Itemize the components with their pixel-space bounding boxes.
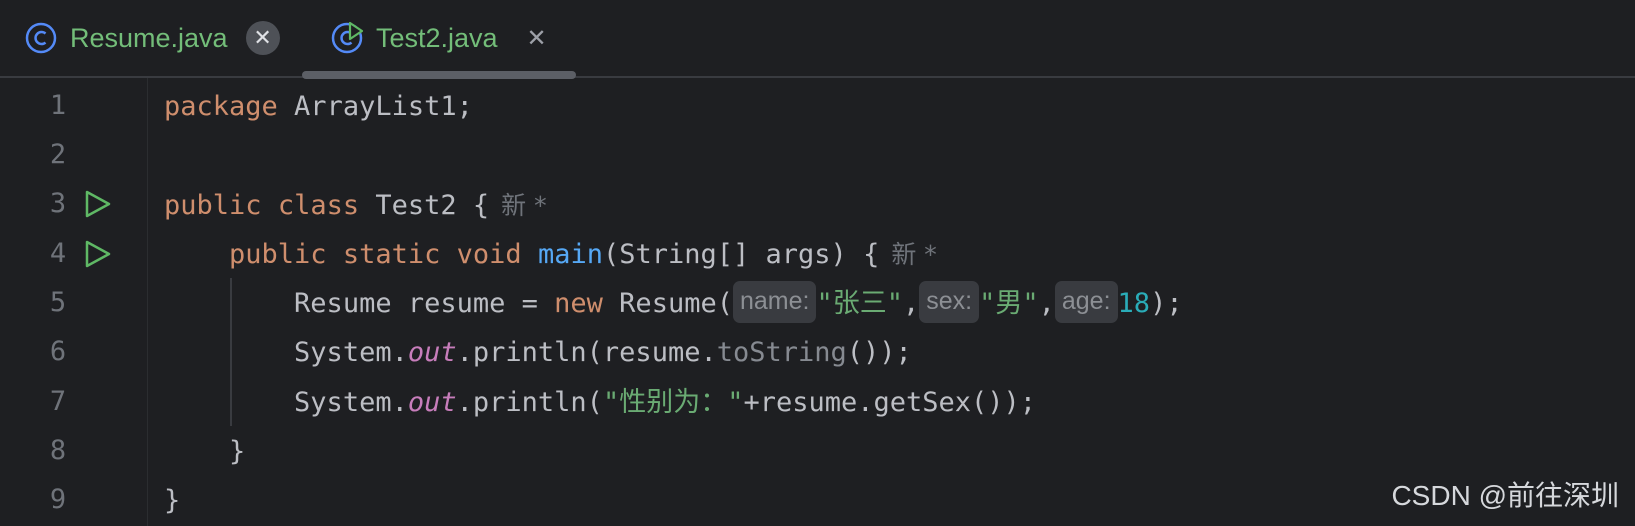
code-text: System. bbox=[294, 386, 408, 418]
keyword: new bbox=[554, 288, 603, 320]
line-number: 2 bbox=[49, 139, 67, 170]
code-text: ()); bbox=[846, 337, 912, 369]
code-line-1: package ArrayList1; bbox=[164, 82, 1183, 131]
static-field: out bbox=[407, 386, 457, 418]
code-text: Test2 { bbox=[359, 189, 490, 221]
runnable-class-icon bbox=[331, 21, 364, 54]
static-field: out bbox=[407, 337, 457, 369]
code-line-7: System.out.println("性别为："+resume.getSex(… bbox=[164, 378, 1183, 427]
gutter-divider bbox=[147, 78, 148, 526]
code-text: System. bbox=[294, 337, 408, 369]
code-text: .println(resume. bbox=[456, 337, 717, 369]
code-text: ArrayList1; bbox=[277, 91, 473, 122]
code-text: , bbox=[1038, 288, 1055, 320]
line-number: 7 bbox=[49, 386, 67, 417]
keyword: public bbox=[164, 189, 262, 221]
code-text: , bbox=[902, 288, 920, 320]
code-text: Resume resume = bbox=[294, 288, 555, 320]
keyword: package bbox=[164, 91, 278, 122]
close-icon[interactable]: ✕ bbox=[522, 23, 552, 53]
code-text: ); bbox=[1150, 288, 1183, 320]
parameter-hint-name: name: bbox=[732, 281, 817, 324]
number-literal: 18 bbox=[1117, 288, 1151, 320]
line-number: 8 bbox=[49, 435, 67, 466]
closing-brace: } bbox=[229, 436, 246, 468]
new-author-badge[interactable]: 新 * bbox=[501, 191, 546, 220]
line-number: 6 bbox=[49, 336, 67, 367]
run-class-icon[interactable] bbox=[82, 189, 112, 219]
editor-gutter: 1 2 3 4 5 6 7 8 9 bbox=[0, 78, 148, 526]
editor-tab-bar: Resume.java ✕ Test2.java ✕ bbox=[0, 0, 1635, 79]
parameter-hint-sex: sex: bbox=[919, 281, 980, 324]
editor-window: Resume.java ✕ Test2.java ✕ 1 2 3 4 5 6 7… bbox=[0, 0, 1635, 526]
code-line-8: } bbox=[164, 427, 1183, 476]
string-literal: "张三" bbox=[816, 288, 903, 320]
code-text: Resume( bbox=[602, 288, 733, 320]
tab-test2-java[interactable]: Test2.java ✕ bbox=[330, 0, 552, 76]
line-number: 3 bbox=[49, 188, 67, 219]
run-main-icon[interactable] bbox=[82, 239, 112, 269]
line-number: 1 bbox=[49, 90, 67, 121]
keyword: class bbox=[277, 189, 360, 221]
code-area[interactable]: package ArrayList1; public class Test2 {… bbox=[164, 82, 1183, 526]
close-icon[interactable]: ✕ bbox=[245, 21, 280, 55]
method-name: main bbox=[537, 238, 603, 270]
new-author-badge[interactable]: 新 * bbox=[891, 240, 936, 269]
string-literal: "性别为：" bbox=[602, 386, 744, 418]
code-line-5: Resume resume = new Resume(name: "张三", sex… bbox=[164, 279, 1183, 328]
redundant-call: toString bbox=[716, 337, 847, 369]
code-line-6: System.out.println(resume.toString()); bbox=[164, 328, 1183, 377]
tab-label: Resume.java bbox=[70, 22, 228, 53]
line-number: 4 bbox=[49, 238, 67, 269]
line-number: 9 bbox=[49, 484, 67, 515]
parameter-hint-age: age: bbox=[1054, 281, 1118, 324]
keyword: public bbox=[229, 238, 327, 270]
code-line-3: public class Test2 { 新 * bbox=[164, 181, 1183, 230]
tab-resume-java[interactable]: Resume.java ✕ bbox=[24, 0, 280, 76]
tab-label: Test2.java bbox=[376, 22, 498, 53]
code-text: +resume.getSex()); bbox=[743, 386, 1037, 418]
closing-brace: } bbox=[164, 485, 181, 517]
code-line-4: public static void main(String[] args) {… bbox=[164, 230, 1183, 279]
string-literal: "男" bbox=[979, 288, 1039, 320]
code-text: .println( bbox=[456, 386, 603, 418]
active-tab-indicator bbox=[302, 71, 576, 79]
code-text: (String[] args) { bbox=[602, 238, 880, 270]
code-line-9: } bbox=[164, 476, 1183, 525]
watermark: CSDN @前往深圳 bbox=[1391, 480, 1619, 511]
class-icon bbox=[25, 22, 57, 54]
keyword: static bbox=[342, 238, 441, 270]
keyword: void bbox=[456, 238, 522, 270]
line-number: 5 bbox=[49, 287, 67, 318]
